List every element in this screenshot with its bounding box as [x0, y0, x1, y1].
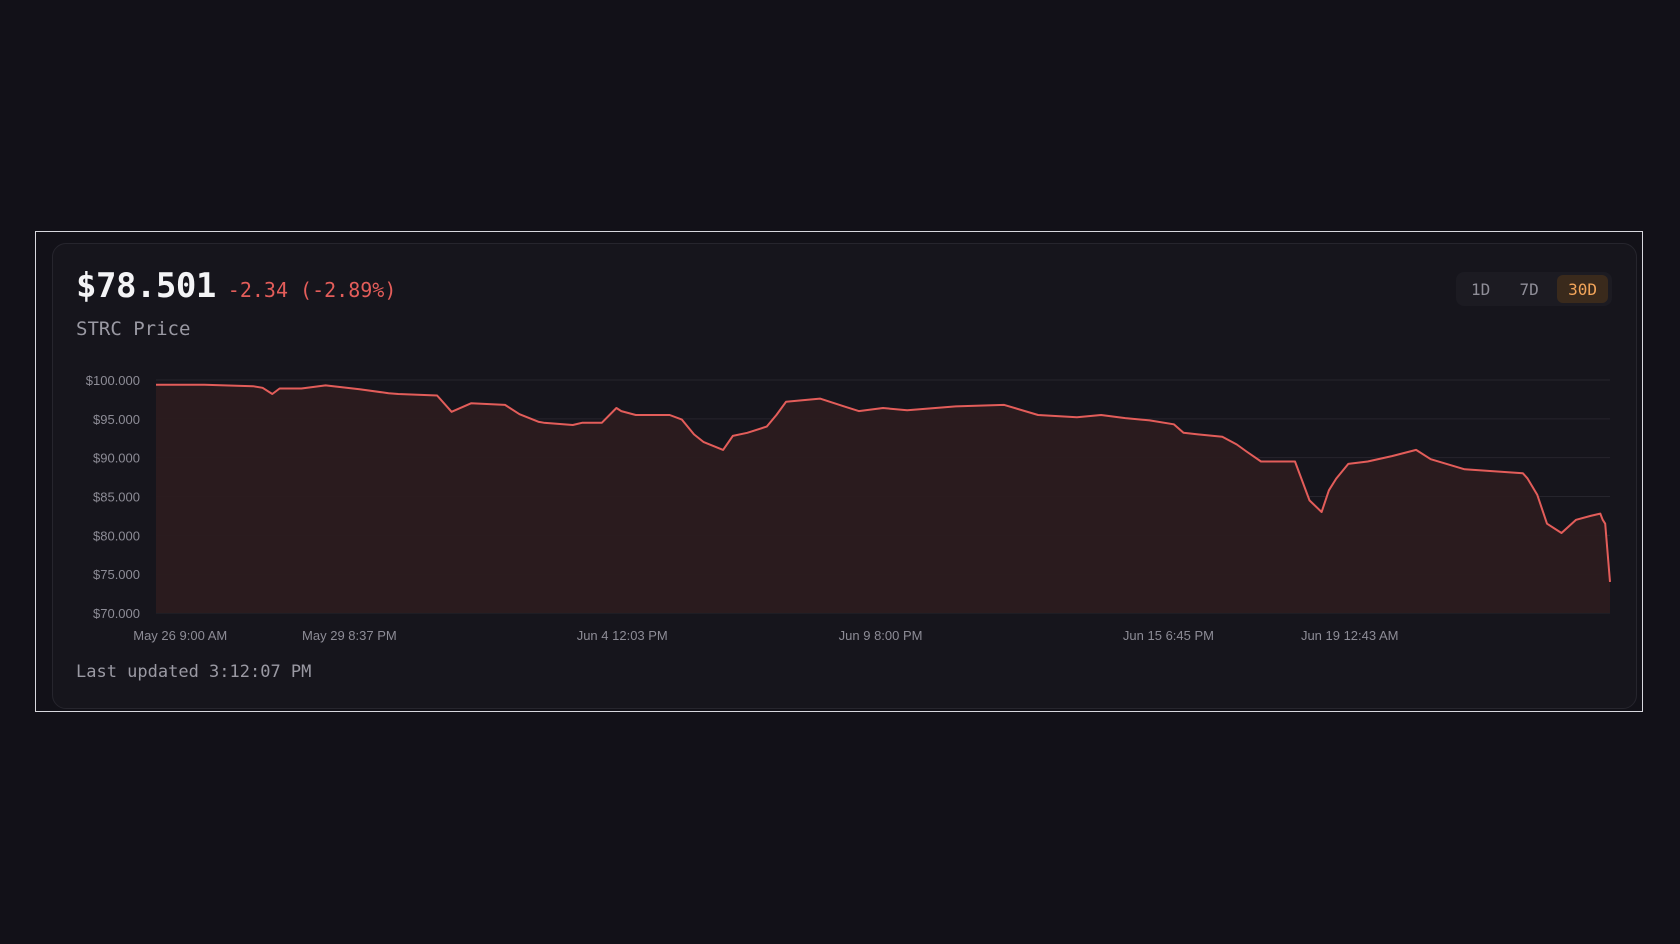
range-button-30d[interactable]: 30D: [1557, 275, 1608, 303]
last-updated-label: Last updated 3:12:07 PM: [76, 662, 312, 682]
price-change: -2.34 (-2.89%): [227, 278, 397, 302]
price-chart: $100.000 $95.000 $90.000 $85.000 $80.000 $75.…: [86, 373, 1611, 643]
x-tick-label: Jun 4 12:03 PM: [577, 628, 668, 643]
range-button-1d[interactable]: 1D: [1460, 275, 1501, 303]
y-tick-label: $100.000: [86, 373, 140, 388]
y-tick-label: $75.000: [93, 567, 140, 582]
y-tick-label: $90.000: [93, 451, 140, 466]
x-tick-label: Jun 15 6:45 PM: [1123, 628, 1214, 643]
y-axis: $100.000 $95.000 $90.000 $85.000 $80.000 $75.…: [86, 373, 140, 621]
time-range-selector: 1D 7D 30D: [1456, 272, 1612, 306]
y-tick-label: $70.000: [93, 606, 140, 621]
x-axis: May 26 9:00 AM May 29 8:37 PM Jun 4 12:03 …: [133, 628, 1398, 643]
x-tick-label: Jun 19 12:43 AM: [1301, 628, 1399, 643]
y-tick-label: $95.000: [93, 412, 140, 427]
x-tick-label: Jun 9 8:00 PM: [839, 628, 923, 643]
price-header: $78.501 -2.34 (-2.89%): [76, 266, 396, 306]
current-price: $78.501: [76, 266, 216, 306]
ticker-label: STRC Price: [76, 318, 191, 340]
y-tick-label: $80.000: [93, 528, 140, 543]
y-tick-label: $85.000: [93, 490, 140, 505]
x-tick-label: May 29 8:37 PM: [302, 628, 397, 643]
range-button-7d[interactable]: 7D: [1509, 275, 1550, 303]
x-tick-label: May 26 9:00 AM: [133, 628, 227, 643]
